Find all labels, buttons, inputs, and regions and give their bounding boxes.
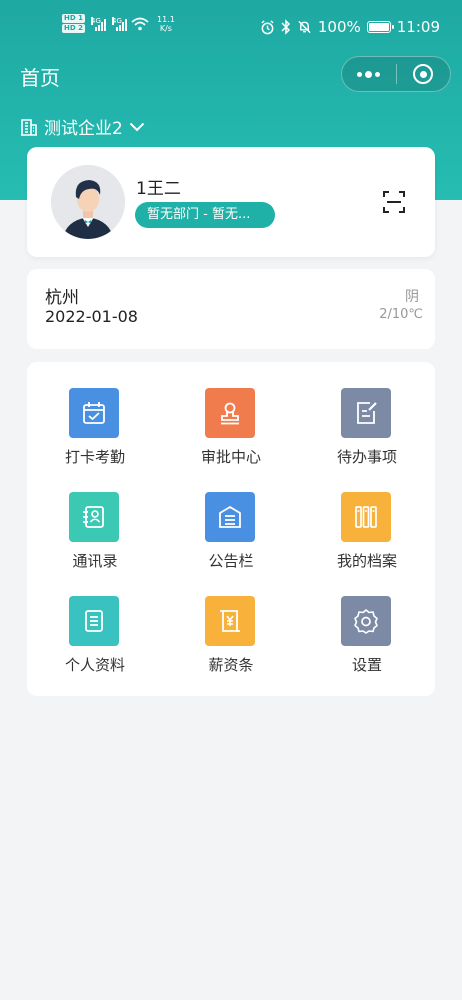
user-name: 1王二 xyxy=(136,179,181,199)
clock: 11:09 xyxy=(396,18,440,36)
status-bar: HD 1 HD 2 4G 4G 11.1 K/s 100% 11:09 xyxy=(0,0,462,58)
mini-program-capsule xyxy=(341,56,451,92)
menu-item-label: 个人资料 xyxy=(64,656,125,674)
menu-item-profile[interactable]: 个人资料 xyxy=(27,570,163,674)
bluetooth-icon xyxy=(281,19,290,35)
function-grid: 打卡考勤 审批中心 待办事项 通讯录 公告栏 我的档案 个人资料 薪资条 设置 xyxy=(27,362,435,696)
menu-item-salary[interactable]: 薪资条 xyxy=(163,570,299,674)
company-name: 测试企业2 xyxy=(44,119,123,139)
menu-item-settings[interactable]: 设置 xyxy=(299,570,435,674)
battery-percent: 100% xyxy=(317,18,361,36)
signal-2-icon: 4G xyxy=(111,16,127,31)
mute-icon xyxy=(298,20,311,34)
notice-board-icon xyxy=(205,492,255,542)
more-dots-icon xyxy=(357,70,381,78)
weather-condition: 阴 xyxy=(405,289,419,305)
network-speed: 11.1 K/s xyxy=(156,14,175,33)
menu-item-label: 我的档案 xyxy=(336,552,397,570)
page-title: 首页 xyxy=(20,66,60,90)
calendar-check-icon xyxy=(69,388,119,438)
status-bar-right: 100% 11:09 xyxy=(260,18,440,36)
contact-book-icon xyxy=(69,492,119,542)
building-icon xyxy=(21,118,37,136)
hd-indicators: HD 1 HD 2 xyxy=(62,14,85,33)
settings-gear-icon xyxy=(341,596,391,646)
menu-item-label: 通讯录 xyxy=(72,552,118,570)
menu-item-todo[interactable]: 待办事项 xyxy=(299,362,435,466)
stamp-icon xyxy=(205,388,255,438)
department-badge: 暂无部门 - 暂无... xyxy=(135,202,275,228)
chevron-down-icon xyxy=(129,122,145,131)
close-button[interactable] xyxy=(397,57,451,91)
salary-icon xyxy=(205,596,255,646)
menu-item-label: 审批中心 xyxy=(200,448,261,466)
menu-item-approval[interactable]: 审批中心 xyxy=(163,362,299,466)
status-bar-left: HD 1 HD 2 4G 4G 11.1 K/s xyxy=(62,14,175,33)
menu-item-notice-board[interactable]: 公告栏 xyxy=(163,466,299,570)
city-name: 杭州 xyxy=(45,288,79,308)
document-icon xyxy=(69,596,119,646)
menu-item-attendance[interactable]: 打卡考勤 xyxy=(27,362,163,466)
weather-card: 杭州 2022-01-08 阴 2/10℃ xyxy=(27,269,435,349)
menu-item-label: 设置 xyxy=(351,656,382,674)
files-icon xyxy=(341,492,391,542)
signal-1-icon: 4G xyxy=(90,16,106,31)
profile-card: 1王二 暂无部门 - 暂无... xyxy=(27,147,435,257)
hd2-badge: HD 2 xyxy=(62,24,85,33)
temperature-range: 2/10℃ xyxy=(379,307,423,322)
scan-icon[interactable] xyxy=(381,189,407,215)
company-selector[interactable]: 测试企业2 xyxy=(20,114,145,139)
more-button[interactable] xyxy=(342,57,396,91)
battery-icon xyxy=(366,21,394,33)
avatar[interactable] xyxy=(51,165,125,239)
wifi-icon xyxy=(131,17,149,30)
hd1-badge: HD 1 xyxy=(62,14,85,23)
close-target-icon xyxy=(413,64,434,84)
menu-item-label: 待办事项 xyxy=(336,448,397,466)
alarm-icon xyxy=(261,19,274,34)
menu-item-my-files[interactable]: 我的档案 xyxy=(299,466,435,570)
menu-item-label: 公告栏 xyxy=(208,552,254,570)
edit-note-icon xyxy=(341,388,391,438)
menu-item-label: 打卡考勤 xyxy=(64,448,125,466)
current-date: 2022-01-08 xyxy=(45,307,138,326)
menu-item-contacts[interactable]: 通讯录 xyxy=(27,466,163,570)
menu-item-label: 薪资条 xyxy=(208,656,254,674)
